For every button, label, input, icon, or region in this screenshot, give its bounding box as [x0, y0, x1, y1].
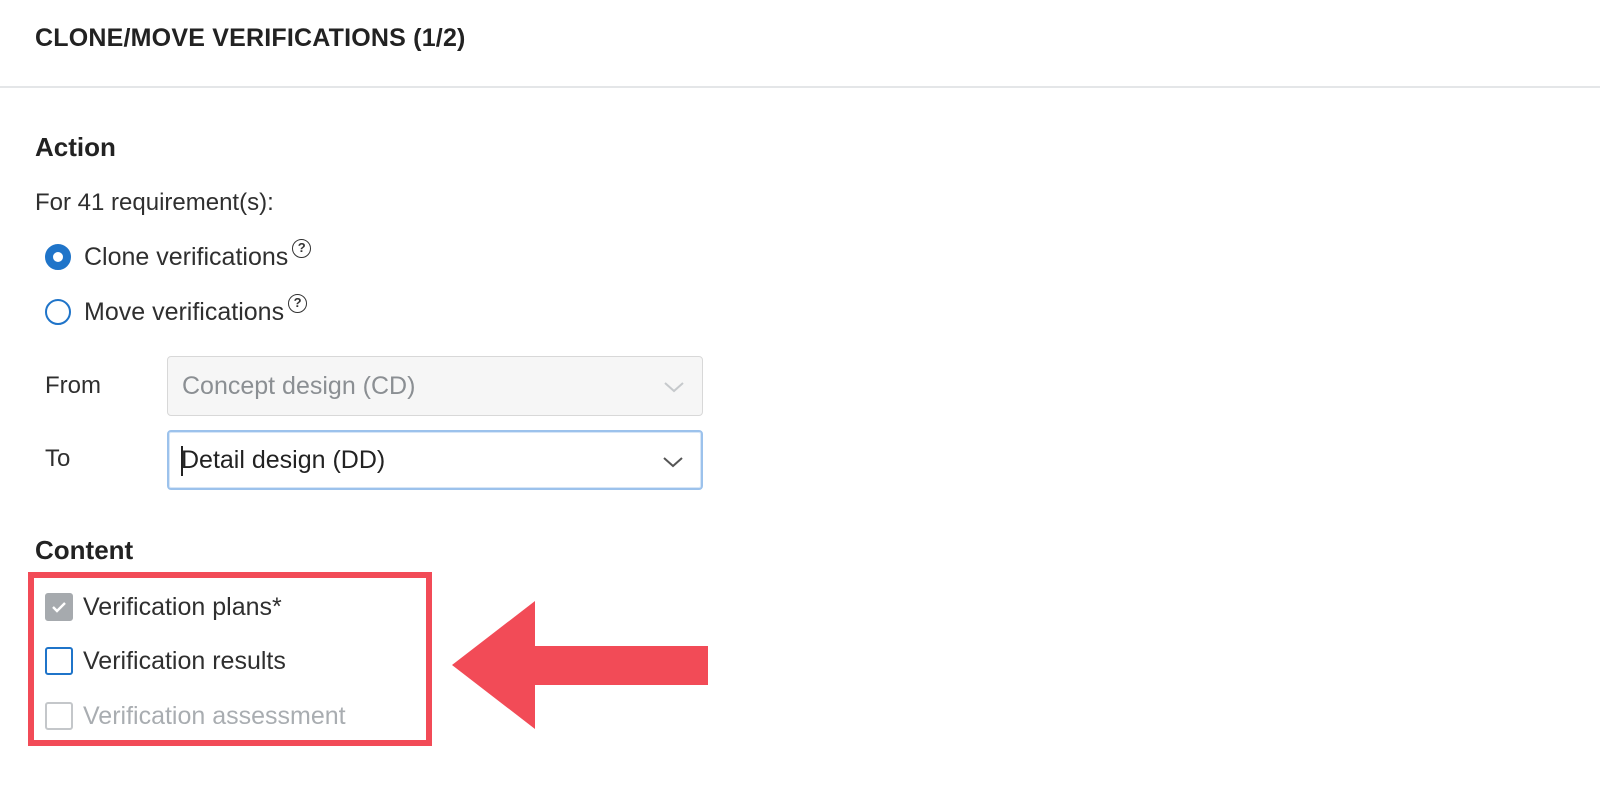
highlight-box: [28, 572, 432, 746]
chevron-down-icon[interactable]: [661, 450, 685, 474]
move-radio[interactable]: [45, 299, 71, 325]
from-select: Concept design (CD): [167, 356, 703, 416]
dialog-title: CLONE/MOVE VERIFICATIONS (1/2): [35, 24, 466, 52]
from-select-value: Concept design (CD): [182, 371, 416, 400]
text-cursor: [181, 446, 183, 476]
clone-radio[interactable]: [45, 244, 71, 270]
action-section-title: Action: [35, 132, 116, 162]
left-arrow-icon: [452, 601, 708, 729]
chevron-down-icon: [664, 382, 684, 393]
clone-verifications-option[interactable]: Clone verifications ?: [45, 238, 312, 273]
question-circle-icon[interactable]: ?: [292, 238, 312, 258]
move-radio-label: Move verifications: [84, 297, 285, 326]
requirements-count-text: For 41 requirement(s):: [35, 189, 274, 216]
clone-radio-label: Clone verifications: [84, 242, 289, 271]
to-select[interactable]: Detail design (DD): [167, 430, 703, 490]
content-section-title: Content: [35, 535, 134, 565]
dialog-header: CLONE/MOVE VERIFICATIONS (1/2): [0, 0, 1600, 88]
from-label: From: [45, 372, 101, 399]
clone-move-dialog: CLONE/MOVE VERIFICATIONS (1/2) Action Fo…: [0, 0, 1600, 800]
to-select-value: Detail design (DD): [181, 445, 386, 474]
to-label: To: [45, 445, 71, 472]
move-verifications-option[interactable]: Move verifications ?: [45, 293, 308, 328]
question-circle-icon[interactable]: ?: [288, 293, 308, 313]
